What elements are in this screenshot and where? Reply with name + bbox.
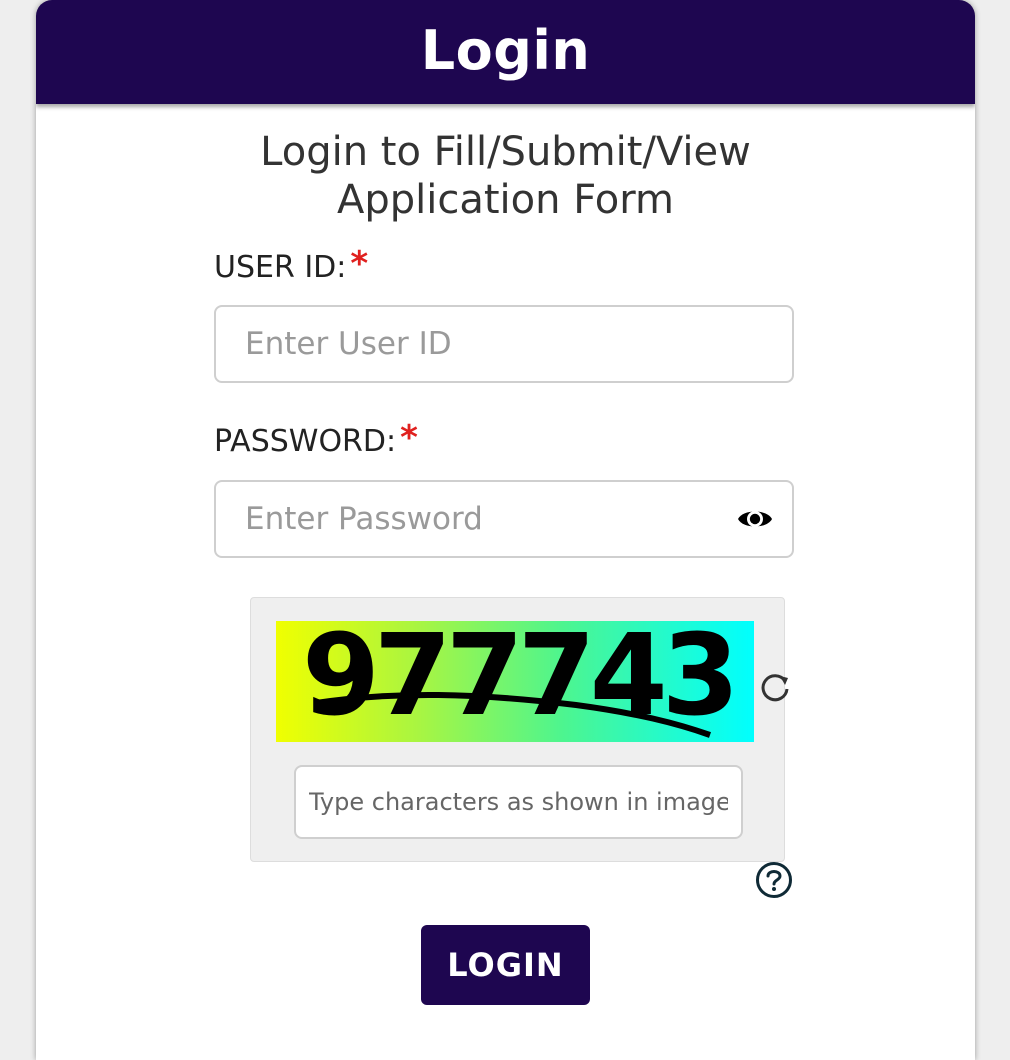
page-title: Login [420,18,591,82]
eye-icon[interactable] [737,505,773,533]
user-id-label: USER ID: * [214,244,368,290]
question-circle-icon[interactable] [755,861,793,899]
password-label-text: PASSWORD: [214,424,397,459]
user-id-input[interactable] [214,305,794,383]
password-input[interactable] [214,480,794,558]
user-id-label-text: USER ID: [214,250,347,285]
password-label: PASSWORD: * [214,418,418,464]
required-mark: * [350,244,369,284]
captcha-panel: 977743 [250,597,785,862]
required-mark: * [400,418,418,458]
login-card: Login Login to Fill/Submit/View Applicat… [36,0,975,1060]
card-header: Login [36,0,975,104]
captcha-input[interactable] [294,765,743,839]
subtitle-line-1: Login to Fill/Submit/View [260,129,751,175]
login-button[interactable]: LOGIN [421,925,590,1005]
captcha-image: 977743 [276,621,754,742]
refresh-icon[interactable] [758,669,792,703]
subtitle-line-2: Application Form [337,177,674,223]
form-subtitle: Login to Fill/Submit/View Application Fo… [36,128,975,224]
